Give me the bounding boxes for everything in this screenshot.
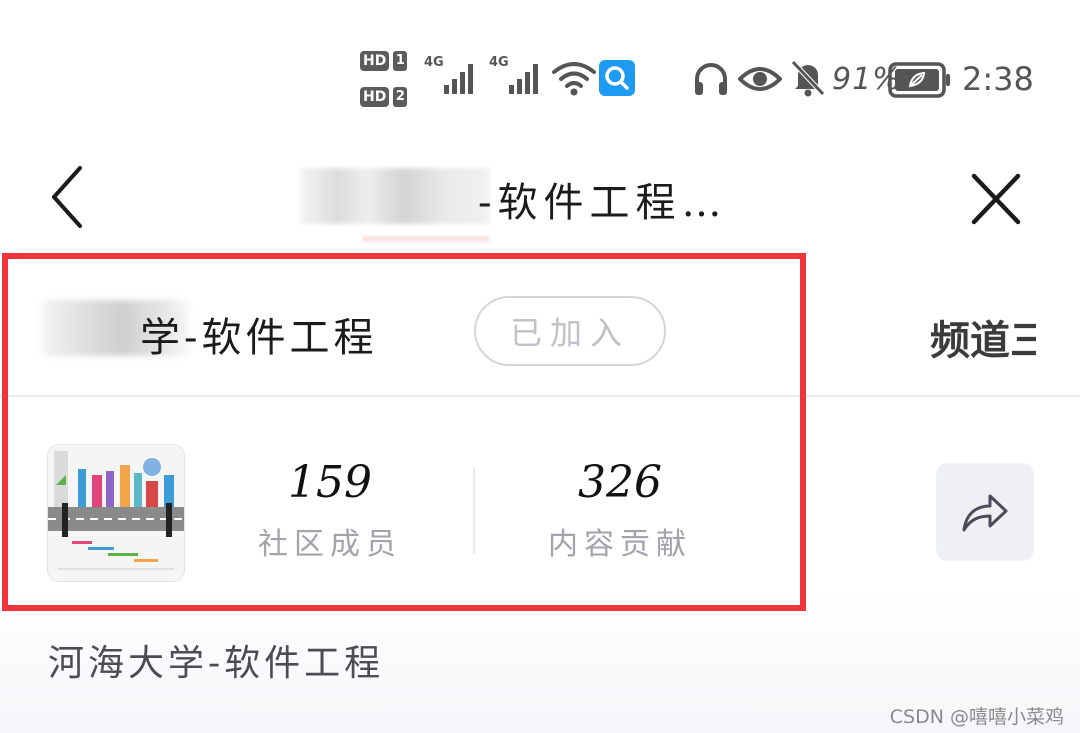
chevron-left-icon	[52, 166, 82, 228]
signal-2: 4G	[489, 55, 545, 97]
watermark: CSDN @嘻嘻小菜鸡	[889, 706, 1064, 728]
headphones-icon	[695, 63, 727, 95]
community-cover-image[interactable]	[47, 444, 185, 582]
stat-separator	[473, 468, 475, 554]
sim2-number: 2	[393, 87, 408, 107]
title-redaction-mark	[362, 236, 490, 242]
sim1-indicator: HD 1	[360, 50, 414, 72]
sim1-hd-label: HD	[360, 51, 390, 71]
status-bar: HD 1 HD 2 4G 4G 91% 2:38	[0, 0, 1080, 140]
contribution-stat[interactable]: 326 内容贡献	[510, 455, 730, 563]
eye-icon	[738, 67, 782, 91]
wifi-icon	[552, 62, 596, 96]
sim-indicators: HD 1 HD 2	[360, 50, 414, 122]
back-button[interactable]	[40, 162, 100, 232]
battery-icon	[888, 62, 950, 98]
sim2-indicator: HD 2	[360, 86, 414, 108]
community-name: 学-软件工程	[140, 315, 378, 361]
page-title: -软件工程…	[478, 180, 728, 226]
cover-illustration	[48, 445, 184, 581]
member-label: 社区成员	[258, 527, 402, 562]
close-icon	[971, 173, 1021, 225]
clock: 2:38	[962, 60, 1034, 98]
member-count: 159	[288, 457, 372, 508]
sim1-number: 1	[393, 51, 408, 71]
signal-1: 4G	[424, 55, 480, 97]
contribution-label: 内容贡献	[548, 527, 692, 562]
share-button[interactable]	[936, 463, 1034, 561]
title-redaction	[300, 168, 490, 224]
contribution-count: 326	[578, 457, 662, 508]
community-description: 河海大学-软件工程	[48, 643, 385, 684]
signal-bars-icon	[444, 64, 473, 94]
title-bar: -软件工程…	[0, 140, 1080, 255]
joined-button[interactable]: 已加入	[474, 296, 666, 366]
search-app-icon	[599, 60, 635, 96]
signal-bars-icon	[509, 64, 538, 94]
bell-off-icon	[791, 60, 825, 97]
close-button[interactable]	[960, 170, 1030, 230]
channel-tab[interactable]: 频道三	[930, 308, 1036, 366]
member-stat[interactable]: 159 社区成员	[220, 455, 440, 563]
header-divider	[0, 395, 1080, 397]
sim2-hd-label: HD	[360, 87, 390, 107]
share-arrow-icon	[962, 494, 1008, 532]
